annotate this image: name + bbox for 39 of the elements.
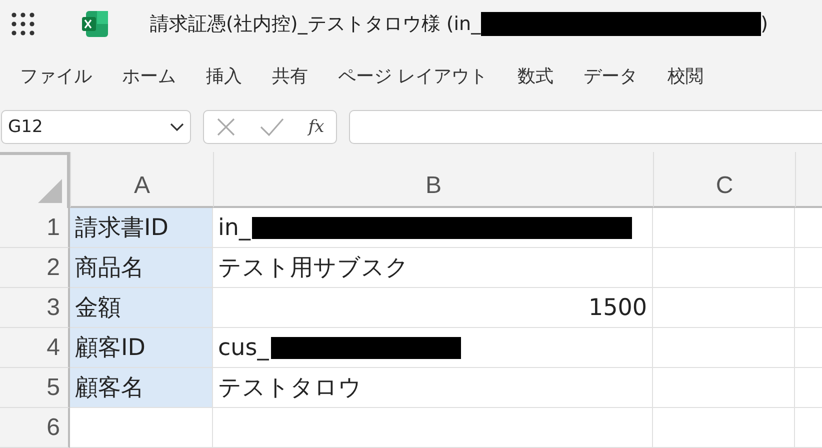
corner-triangle-icon <box>38 179 62 203</box>
document-title-end: ) <box>760 12 768 35</box>
row-header[interactable]: 2 <box>0 248 70 288</box>
checkmark-icon[interactable] <box>259 116 286 136</box>
cell-text: テスト用サブスク <box>218 254 409 283</box>
ribbon-tab[interactable]: 校閲 <box>668 64 704 88</box>
ribbon-tab[interactable]: 共有 <box>272 64 308 88</box>
select-all-corner[interactable] <box>0 152 70 208</box>
column-header[interactable]: B <box>213 152 653 208</box>
row-header[interactable]: 6 <box>0 408 70 448</box>
cell-text: cus_ <box>218 334 269 360</box>
cell-text: 顧客ID <box>75 334 146 363</box>
app-launcher-icon[interactable] <box>10 12 36 36</box>
insert-function-button[interactable]: fx <box>308 116 324 136</box>
row-header[interactable]: 5 <box>0 368 70 408</box>
ribbon-tab[interactable]: 数式 <box>518 64 554 88</box>
name-box[interactable]: G12 <box>1 110 191 144</box>
ribbon-tab[interactable]: ページ レイアウト <box>338 64 488 88</box>
cell-text: 金額 <box>75 294 121 323</box>
row-header[interactable]: 1 <box>0 208 70 248</box>
ribbon-tab[interactable]: データ <box>584 64 638 88</box>
spreadsheet-app-icon <box>80 8 110 39</box>
cell-text: 1500 <box>588 294 647 320</box>
cancel-icon[interactable] <box>216 116 236 136</box>
row-header[interactable]: 3 <box>0 288 70 328</box>
formula-field[interactable] <box>349 110 822 144</box>
ribbon-tab[interactable]: ファイル <box>20 64 92 88</box>
chevron-down-icon <box>170 122 184 132</box>
cell-text: テストタロウ <box>218 374 362 403</box>
cell-text: 顧客名 <box>75 374 144 403</box>
cell-text: in_ <box>218 214 250 240</box>
document-title: 請求証憑(社内控)_テストタロウ様 (in_ <box>150 12 481 37</box>
cell-text: 請求書ID <box>75 214 168 243</box>
ribbon-tab[interactable]: ホーム <box>122 64 176 88</box>
column-header[interactable]: A <box>70 152 213 208</box>
cell-text: 商品名 <box>75 254 144 283</box>
column-header[interactable]: C <box>653 152 795 208</box>
row-header[interactable]: 4 <box>0 328 70 368</box>
ribbon-tab[interactable]: 挿入 <box>206 64 242 88</box>
